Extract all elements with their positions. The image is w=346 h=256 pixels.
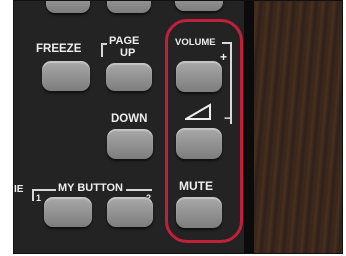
page-bracket-top <box>101 43 107 45</box>
left-fragment-label: IE <box>14 184 24 195</box>
remote-body: FREEZE PAGE UP DOWN IE MY BUTTON 1 2 VOL… <box>14 1 252 253</box>
page-label: PAGE <box>109 35 140 47</box>
top-button-2[interactable] <box>107 1 151 13</box>
freeze-button[interactable] <box>42 61 90 91</box>
top-button-3[interactable] <box>175 1 223 11</box>
page-up-label: UP <box>120 47 136 59</box>
freeze-label: FREEZE <box>36 43 82 55</box>
my-button-bracket-top-right <box>126 189 152 191</box>
my-button-2[interactable] <box>107 197 153 227</box>
page-down-label: DOWN <box>111 113 148 125</box>
page-bracket-left <box>101 43 103 57</box>
remote-edge <box>244 1 254 253</box>
my-button-label: MY BUTTON <box>58 182 123 194</box>
wood-background <box>254 1 342 253</box>
my-button-1[interactable] <box>44 197 92 227</box>
my-button-1-label: 1 <box>36 193 42 203</box>
my-button-bracket-top-left <box>32 189 56 191</box>
page-down-button[interactable] <box>107 129 153 159</box>
top-button-1[interactable] <box>46 1 90 13</box>
photo-frame: FREEZE PAGE UP DOWN IE MY BUTTON 1 2 VOL… <box>13 0 343 254</box>
page-up-button[interactable] <box>106 63 152 91</box>
volume-highlight-oval <box>165 19 243 243</box>
